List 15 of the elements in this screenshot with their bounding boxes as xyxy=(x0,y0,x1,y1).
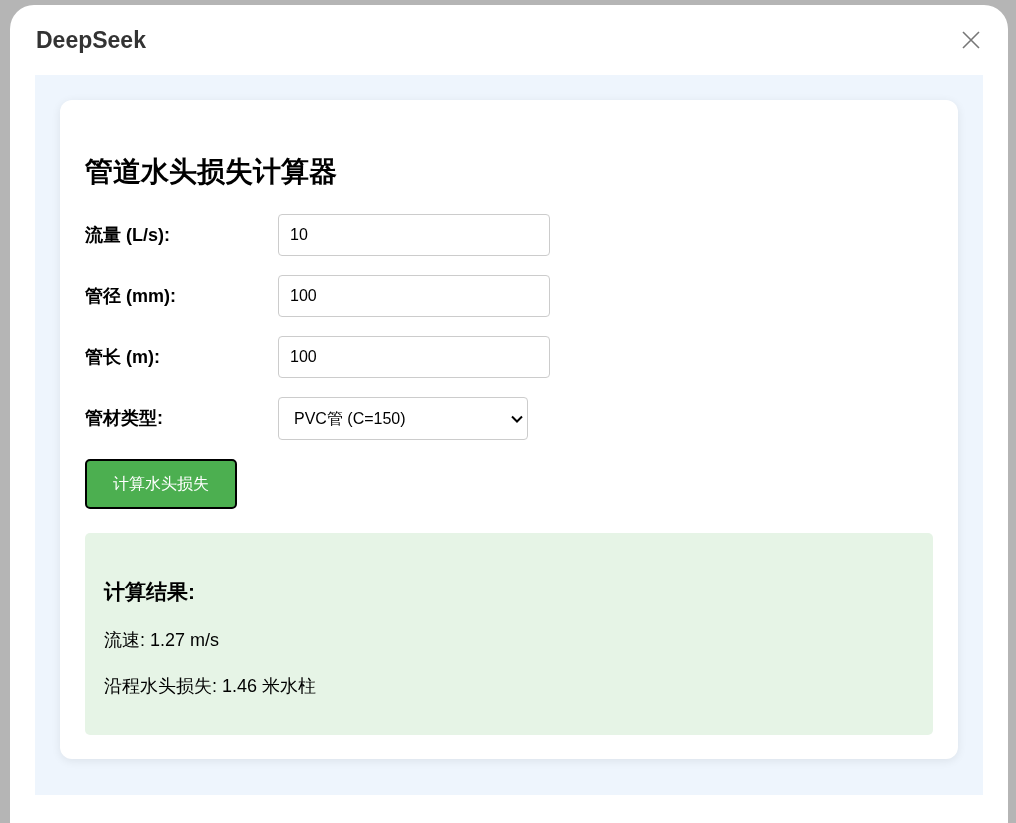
calculator-heading: 管道水头损失计算器 xyxy=(85,155,338,189)
field-label: 管材类型: xyxy=(85,407,164,430)
result-text: 沿程水头损失: 1.46 米水柱 xyxy=(104,675,318,698)
field-label: 流量 (L/s): xyxy=(85,223,171,247)
result-text: 流速: 1.27 m/s xyxy=(104,629,221,652)
field-label: 管长 (m): xyxy=(85,345,161,369)
field-label: 管径 (mm): xyxy=(85,284,177,308)
chevron-icon xyxy=(511,414,523,423)
text-field[interactable]: 100 xyxy=(278,275,550,317)
close-icon[interactable] xyxy=(962,31,980,49)
text-field[interactable]: 10 xyxy=(278,214,550,256)
select-field[interactable]: PVC管 (C=150) xyxy=(278,397,528,440)
result-heading: 计算结果: xyxy=(104,579,196,605)
dialog-title: DeepSeek xyxy=(36,25,146,55)
text-field[interactable]: 100 xyxy=(278,336,550,378)
